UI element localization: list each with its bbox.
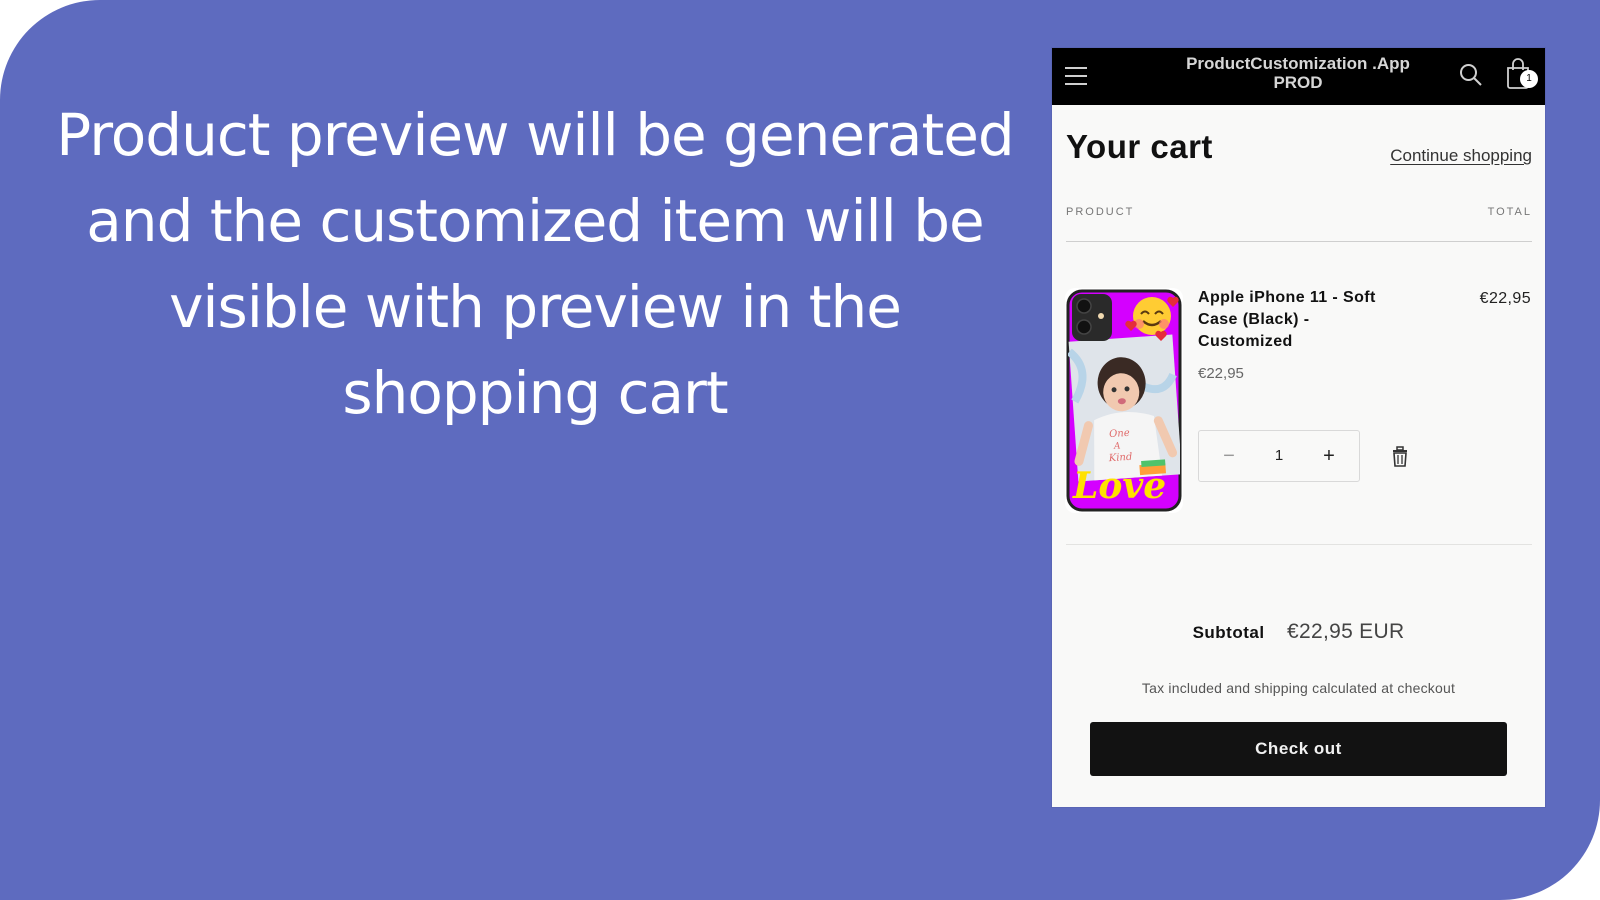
divider xyxy=(1066,544,1532,545)
item-name-link[interactable]: Apple iPhone 11 - Soft Case (Black) - Cu… xyxy=(1198,287,1408,353)
divider xyxy=(1066,241,1532,242)
svg-text:Kind: Kind xyxy=(1107,452,1132,465)
svg-text:A: A xyxy=(1113,441,1122,452)
increase-quantity-button[interactable]: + xyxy=(1304,431,1354,481)
column-header-total: TOTAL xyxy=(1487,206,1532,218)
search-icon[interactable] xyxy=(1458,62,1484,88)
subtotal-value: €22,95 EUR xyxy=(1287,620,1405,643)
cart-screenshot-panel: ProductCustomization .App PROD 1 Your ca… xyxy=(1052,48,1545,807)
store-title[interactable]: ProductCustomization .App PROD xyxy=(1162,54,1434,92)
subtotal-row: Subtotal €22,95 EUR xyxy=(1052,620,1545,644)
store-header: ProductCustomization .App PROD 1 xyxy=(1052,48,1545,105)
checkout-button[interactable]: Check out xyxy=(1090,722,1507,776)
quantity-input[interactable] xyxy=(1254,431,1304,481)
item-unit-price: €22,95 xyxy=(1198,365,1244,382)
subtotal-label: Subtotal xyxy=(1192,623,1265,642)
item-line-total: €22,95 xyxy=(1479,290,1531,307)
cart-count-badge: 1 xyxy=(1520,70,1538,88)
quantity-stepper: − + xyxy=(1198,430,1360,482)
decrease-quantity-button[interactable]: − xyxy=(1204,431,1254,481)
case-love-text: Love xyxy=(1072,465,1166,507)
headline: Product preview will be generated and th… xyxy=(56,101,1014,427)
menu-icon[interactable] xyxy=(1065,63,1089,89)
column-header-product: PRODUCT xyxy=(1066,206,1135,218)
svg-text:One: One xyxy=(1109,428,1130,440)
cart-title: Your cart xyxy=(1066,128,1213,165)
trash-icon[interactable] xyxy=(1390,446,1410,468)
tax-note: Tax included and shipping calculated at … xyxy=(1141,680,1456,696)
phone-case-preview-image: One A Kind Love xyxy=(1066,289,1182,512)
product-thumbnail[interactable]: One A Kind Love xyxy=(1065,288,1183,513)
continue-shopping-link[interactable]: Continue shopping xyxy=(1390,146,1532,166)
